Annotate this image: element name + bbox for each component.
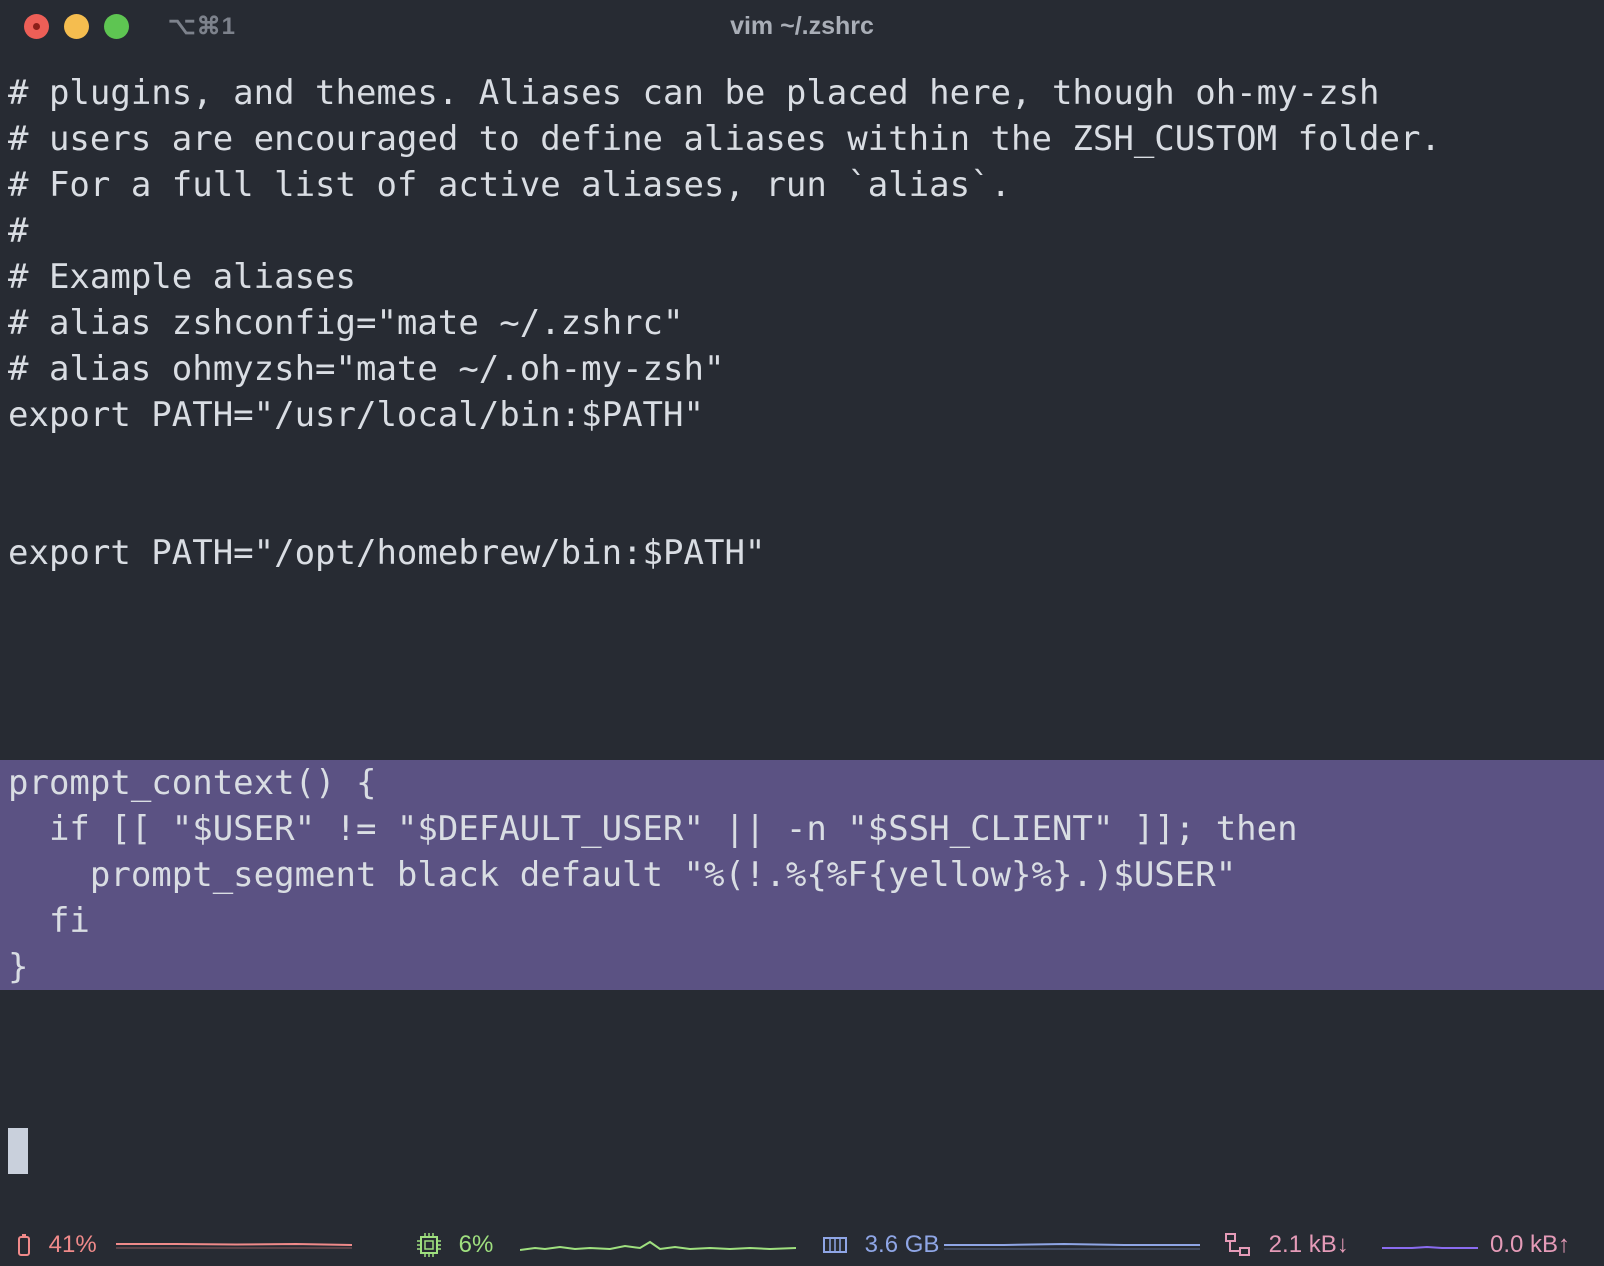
editor-line[interactable] [0, 438, 1604, 484]
status-bar: 41% 6% 3.6 GB 2.1 kB↓ 0.0 kB↑ [0, 1222, 1604, 1266]
vim-editor[interactable]: # plugins, and themes. Aliases can be pl… [0, 70, 1604, 990]
editor-line[interactable]: export PATH="/opt/homebrew/bin:$PATH" [0, 530, 1604, 576]
network-icon [1225, 1232, 1250, 1256]
editor-line[interactable] [0, 576, 1604, 622]
cpu-icon [417, 1232, 441, 1257]
network-down-value: 2.1 kB↓ [1268, 1230, 1349, 1258]
editor-line[interactable]: fi [0, 898, 1604, 944]
cpu-value: 6% [458, 1230, 494, 1258]
editor-line[interactable]: # Example aliases [0, 254, 1604, 300]
battery-value: 41% [48, 1230, 97, 1258]
editor-line[interactable]: # [0, 208, 1604, 254]
network-up-status: 0.0 kB↑ [1490, 1228, 1570, 1260]
editor-line[interactable] [0, 622, 1604, 668]
memory-value: 3.6 GB [864, 1230, 940, 1258]
editor-line[interactable]: # For a full list of active aliases, run… [0, 162, 1604, 208]
network-up-value: 0.0 kB↑ [1490, 1230, 1571, 1258]
network-sparkline [1382, 1245, 1478, 1249]
editor-line[interactable]: prompt_context() { [0, 760, 1604, 806]
editor-line[interactable]: if [[ "$USER" != "$DEFAULT_USER" || -n "… [0, 806, 1604, 852]
editor-line[interactable]: # alias zshconfig="mate ~/.zshrc" [0, 300, 1604, 346]
editor-line[interactable]: } [0, 944, 1604, 990]
battery-icon [18, 1233, 30, 1256]
editor-line[interactable] [0, 668, 1604, 714]
memory-status: 3.6 GB [822, 1228, 939, 1260]
battery-status: 41% [16, 1228, 97, 1260]
cpu-status: 6% [416, 1228, 493, 1260]
editor-line[interactable] [0, 714, 1604, 760]
window-title: vim ~/.zshrc [730, 12, 874, 40]
battery-sparkline [116, 1242, 352, 1249]
network-down-status: 2.1 kB↓ [1224, 1228, 1349, 1260]
terminal-window: ⌥⌘1 vim ~/.zshrc # plugins, and themes. … [0, 0, 1604, 1266]
editor-line[interactable]: # users are encouraged to define aliases… [0, 116, 1604, 162]
editor-line[interactable]: prompt_segment black default "%(!.%{%F{y… [0, 852, 1604, 898]
editor-line[interactable]: # plugins, and themes. Aliases can be pl… [0, 70, 1604, 116]
cpu-sparkline [520, 1240, 796, 1251]
editor-line[interactable]: # alias ohmyzsh="mate ~/.oh-my-zsh" [0, 346, 1604, 392]
memory-sparkline [944, 1242, 1200, 1250]
editor-line[interactable]: export PATH="/usr/local/bin:$PATH" [0, 392, 1604, 438]
title-bar: ⌥⌘1 vim ~/.zshrc [0, 0, 1604, 56]
memory-icon [823, 1236, 847, 1253]
editor-line[interactable] [0, 484, 1604, 530]
text-cursor [8, 1128, 28, 1174]
